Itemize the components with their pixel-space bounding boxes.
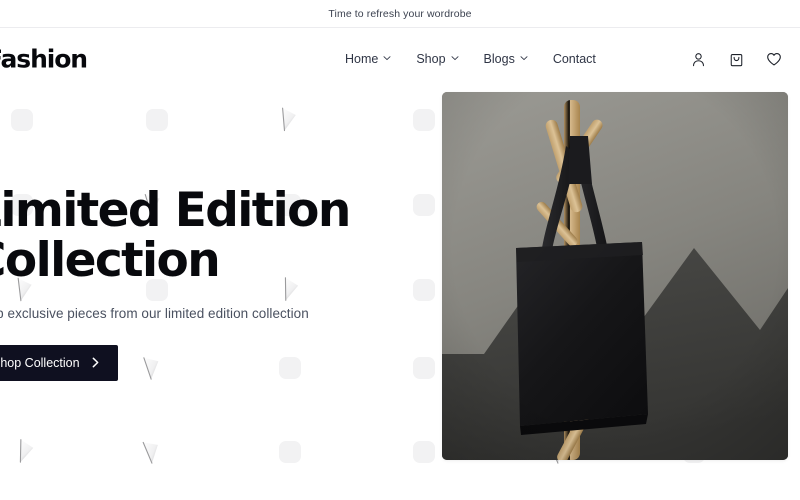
site-logo[interactable]: Fashion <box>0 45 88 74</box>
header-actions <box>688 49 784 69</box>
nav-item-contact[interactable]: Contact <box>553 52 596 66</box>
main-navigation: Home Shop Blogs Contact <box>345 52 596 66</box>
page-root: Time to refresh your wordrobe Fashion Ho… <box>0 0 800 500</box>
announcement-bar: Time to refresh your wordrobe <box>0 0 800 28</box>
chevron-right-icon <box>91 357 100 368</box>
chevron-down-icon <box>383 54 391 62</box>
hero-title: Limited Edition Collection <box>0 183 351 289</box>
account-icon[interactable] <box>688 49 708 69</box>
nav-item-label: Home <box>345 52 379 66</box>
nav-item-label: Blogs <box>483 52 515 66</box>
heart-icon[interactable] <box>764 49 784 69</box>
site-header: Fashion Home Shop Blogs <box>0 28 800 90</box>
nav-item-label: Shop <box>416 52 446 66</box>
hero-copy: Limited Edition Collection Shop exclusiv… <box>0 183 402 381</box>
nav-item-shop[interactable]: Shop <box>416 52 459 66</box>
chevron-down-icon <box>520 54 528 62</box>
chevron-down-icon <box>451 54 459 62</box>
shop-collection-label: Shop Collection <box>0 355 80 370</box>
nav-item-label: Contact <box>552 52 596 66</box>
nav-item-blogs[interactable]: Blogs <box>484 52 528 66</box>
bag-icon[interactable] <box>726 49 746 69</box>
hero-subtitle: Shop exclusive pieces from our limited e… <box>0 305 309 321</box>
hero-product-image[interactable] <box>442 92 788 460</box>
shop-collection-button[interactable]: Shop Collection <box>0 344 118 381</box>
announcement-text: Time to refresh your wordrobe <box>328 7 472 20</box>
hero-section: Limited Edition Collection Shop exclusiv… <box>0 90 800 500</box>
nav-item-home[interactable]: Home <box>345 52 391 66</box>
